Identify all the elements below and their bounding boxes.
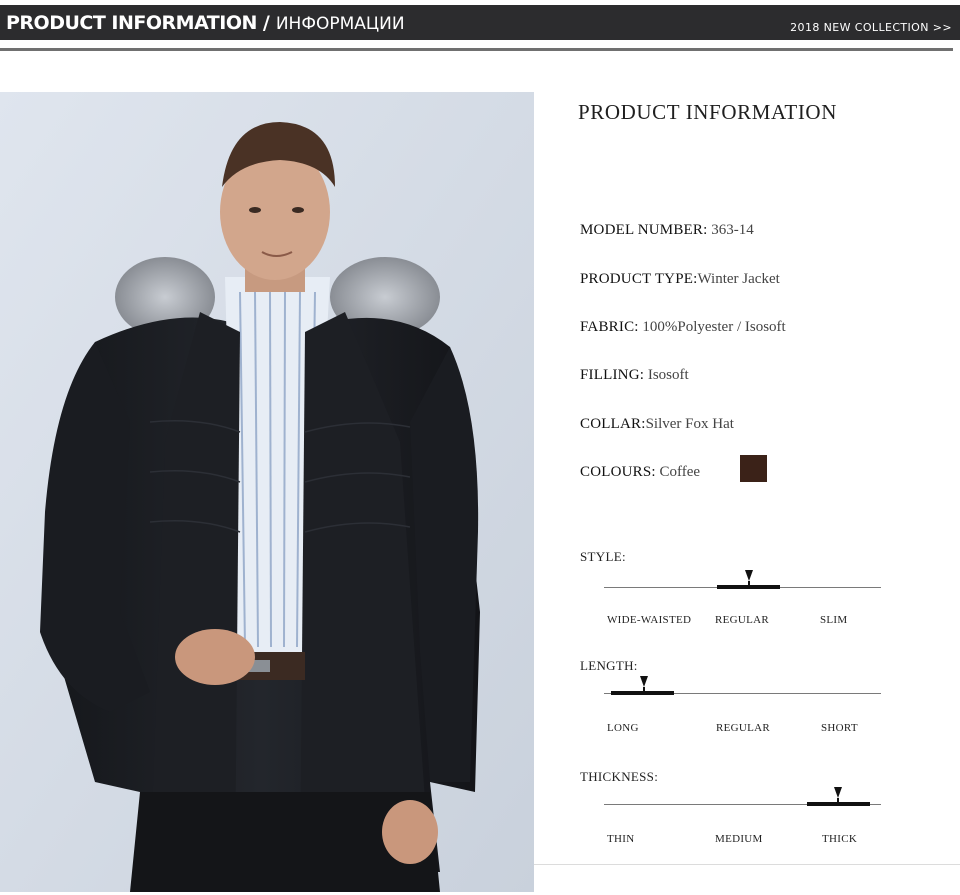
model-in-jacket-illustration — [0, 92, 534, 892]
banner-title: PRODUCT INFORMATION / ИНФОРМАЦИИ — [6, 11, 405, 36]
spec-value: 100%Polyester / Isosoft — [638, 319, 786, 335]
spec-fabric: FABRIC: 100%Polyester / Isosoft — [580, 319, 786, 336]
style-pointer-icon — [745, 570, 753, 581]
spec-value: Winter Jacket — [697, 271, 780, 287]
thickness-option-thick: THICK — [822, 833, 858, 845]
banner-divider — [0, 48, 953, 51]
length-scale-title: LENGTH: — [580, 658, 638, 673]
spec-label: MODEL NUMBER: — [580, 222, 708, 238]
spec-value: Coffee — [655, 464, 701, 480]
bottom-divider — [534, 864, 960, 865]
spec-colours: COLOURS: Coffee — [580, 464, 700, 481]
spec-model-number: MODEL NUMBER: 363-14 — [580, 222, 754, 239]
length-pointer-icon — [640, 676, 648, 687]
style-pointer-stem — [748, 581, 750, 585]
banner-title-ru: ИНФОРМАЦИИ — [275, 14, 405, 34]
spec-value: 363-14 — [707, 222, 754, 238]
product-photo — [0, 92, 534, 892]
new-collection-link[interactable]: 2018 NEW COLLECTION >> — [790, 21, 952, 34]
header-banner: PRODUCT INFORMATION / ИНФОРМАЦИИ 2018 NEW … — [0, 5, 960, 40]
thickness-scale-title: THICKNESS: — [580, 769, 659, 784]
length-option-long: LONG — [607, 722, 639, 734]
thickness-pointer-icon — [834, 787, 842, 798]
spec-collar: COLLAR:Silver Fox Hat — [580, 416, 734, 433]
thickness-option-thin: THIN — [607, 833, 635, 845]
thickness-selected-bar — [807, 802, 870, 806]
spec-label: FABRIC: — [580, 319, 639, 335]
style-option-wide-waisted: WIDE-WAISTED — [607, 614, 692, 626]
spec-label: COLLAR: — [580, 416, 646, 432]
spec-label: PRODUCT TYPE: — [580, 271, 698, 287]
style-option-regular: REGULAR — [715, 614, 770, 626]
style-selected-bar — [717, 585, 780, 589]
product-info-heading: PRODUCT INFORMATION — [578, 100, 837, 124]
colour-swatch-coffee[interactable] — [740, 455, 767, 482]
style-scale-title: STYLE: — [580, 549, 626, 564]
banner-title-separator: / — [262, 12, 270, 34]
thickness-option-medium: MEDIUM — [715, 833, 763, 845]
length-option-short: SHORT — [821, 722, 858, 734]
length-pointer-stem — [643, 687, 645, 691]
style-option-slim: SLIM — [820, 614, 848, 626]
length-option-regular: REGULAR — [716, 722, 771, 734]
spec-product-type: PRODUCT TYPE:Winter Jacket — [580, 271, 780, 288]
banner-title-en: PRODUCT INFORMATION — [6, 12, 257, 34]
spec-label: FILLING: — [580, 367, 645, 383]
spec-value: Isosoft — [644, 367, 689, 383]
spec-value: Silver Fox Hat — [645, 416, 734, 432]
thickness-pointer-stem — [837, 798, 839, 802]
spec-label: COLOURS: — [580, 464, 656, 480]
length-selected-bar — [611, 691, 674, 695]
spec-filling: FILLING: Isosoft — [580, 367, 689, 384]
